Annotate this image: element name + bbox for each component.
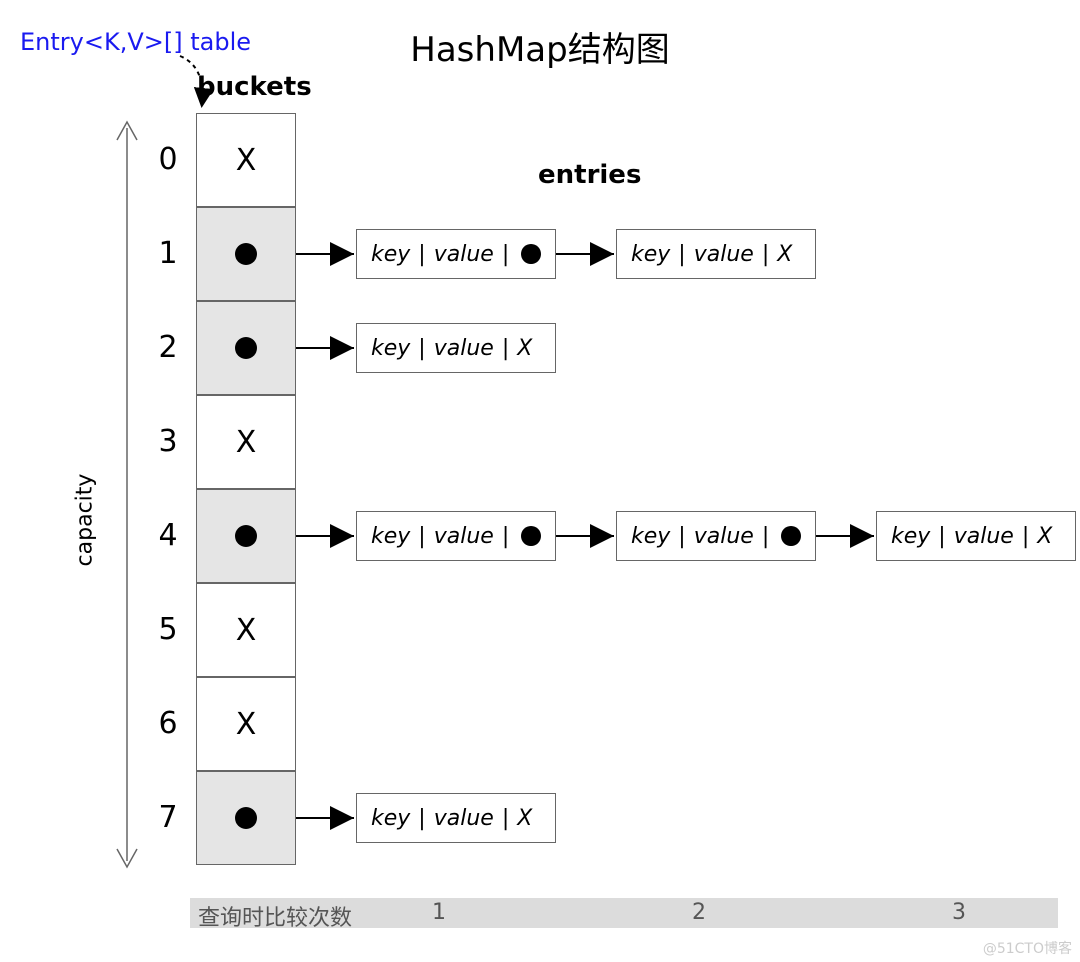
bucket-index: 4 [148, 518, 188, 553]
bucket-index: 2 [148, 330, 188, 365]
bucket-index: 3 [148, 424, 188, 459]
entry-next-null: X [777, 242, 792, 267]
entry-key: key [631, 524, 670, 549]
entry-value: value [954, 524, 1014, 549]
pointer-dot-icon [781, 526, 801, 546]
entry-key: key [371, 336, 410, 361]
entry-key: key [371, 242, 410, 267]
bucket-index: 0 [148, 142, 188, 177]
entry-key: key [631, 242, 670, 267]
entry-node: key|value| [356, 229, 556, 279]
entry-next-null: X [517, 806, 532, 831]
entry-node: key|value| [616, 511, 816, 561]
entry-value: value [434, 806, 494, 831]
pointer-dot-icon [521, 244, 541, 264]
entry-key: key [891, 524, 930, 549]
entry-value: value [694, 242, 754, 267]
entry-node: key|value| X [876, 511, 1076, 561]
bucket-index: 5 [148, 612, 188, 647]
bucket-index: 1 [148, 236, 188, 271]
entry-node: key|value| X [356, 793, 556, 843]
entry-value: value [434, 242, 494, 267]
entry-key: key [371, 806, 410, 831]
entry-value: value [434, 524, 494, 549]
entry-next-null: X [517, 336, 532, 361]
entry-key: key [371, 524, 410, 549]
entry-node: key|value| X [616, 229, 816, 279]
entry-node: key|value| X [356, 323, 556, 373]
entry-value: value [434, 336, 494, 361]
entry-value: value [694, 524, 754, 549]
entry-node: key|value| [356, 511, 556, 561]
bucket-index: 7 [148, 800, 188, 835]
entry-next-null: X [1037, 524, 1052, 549]
pointer-dot-icon [521, 526, 541, 546]
bucket-index: 6 [148, 706, 188, 741]
